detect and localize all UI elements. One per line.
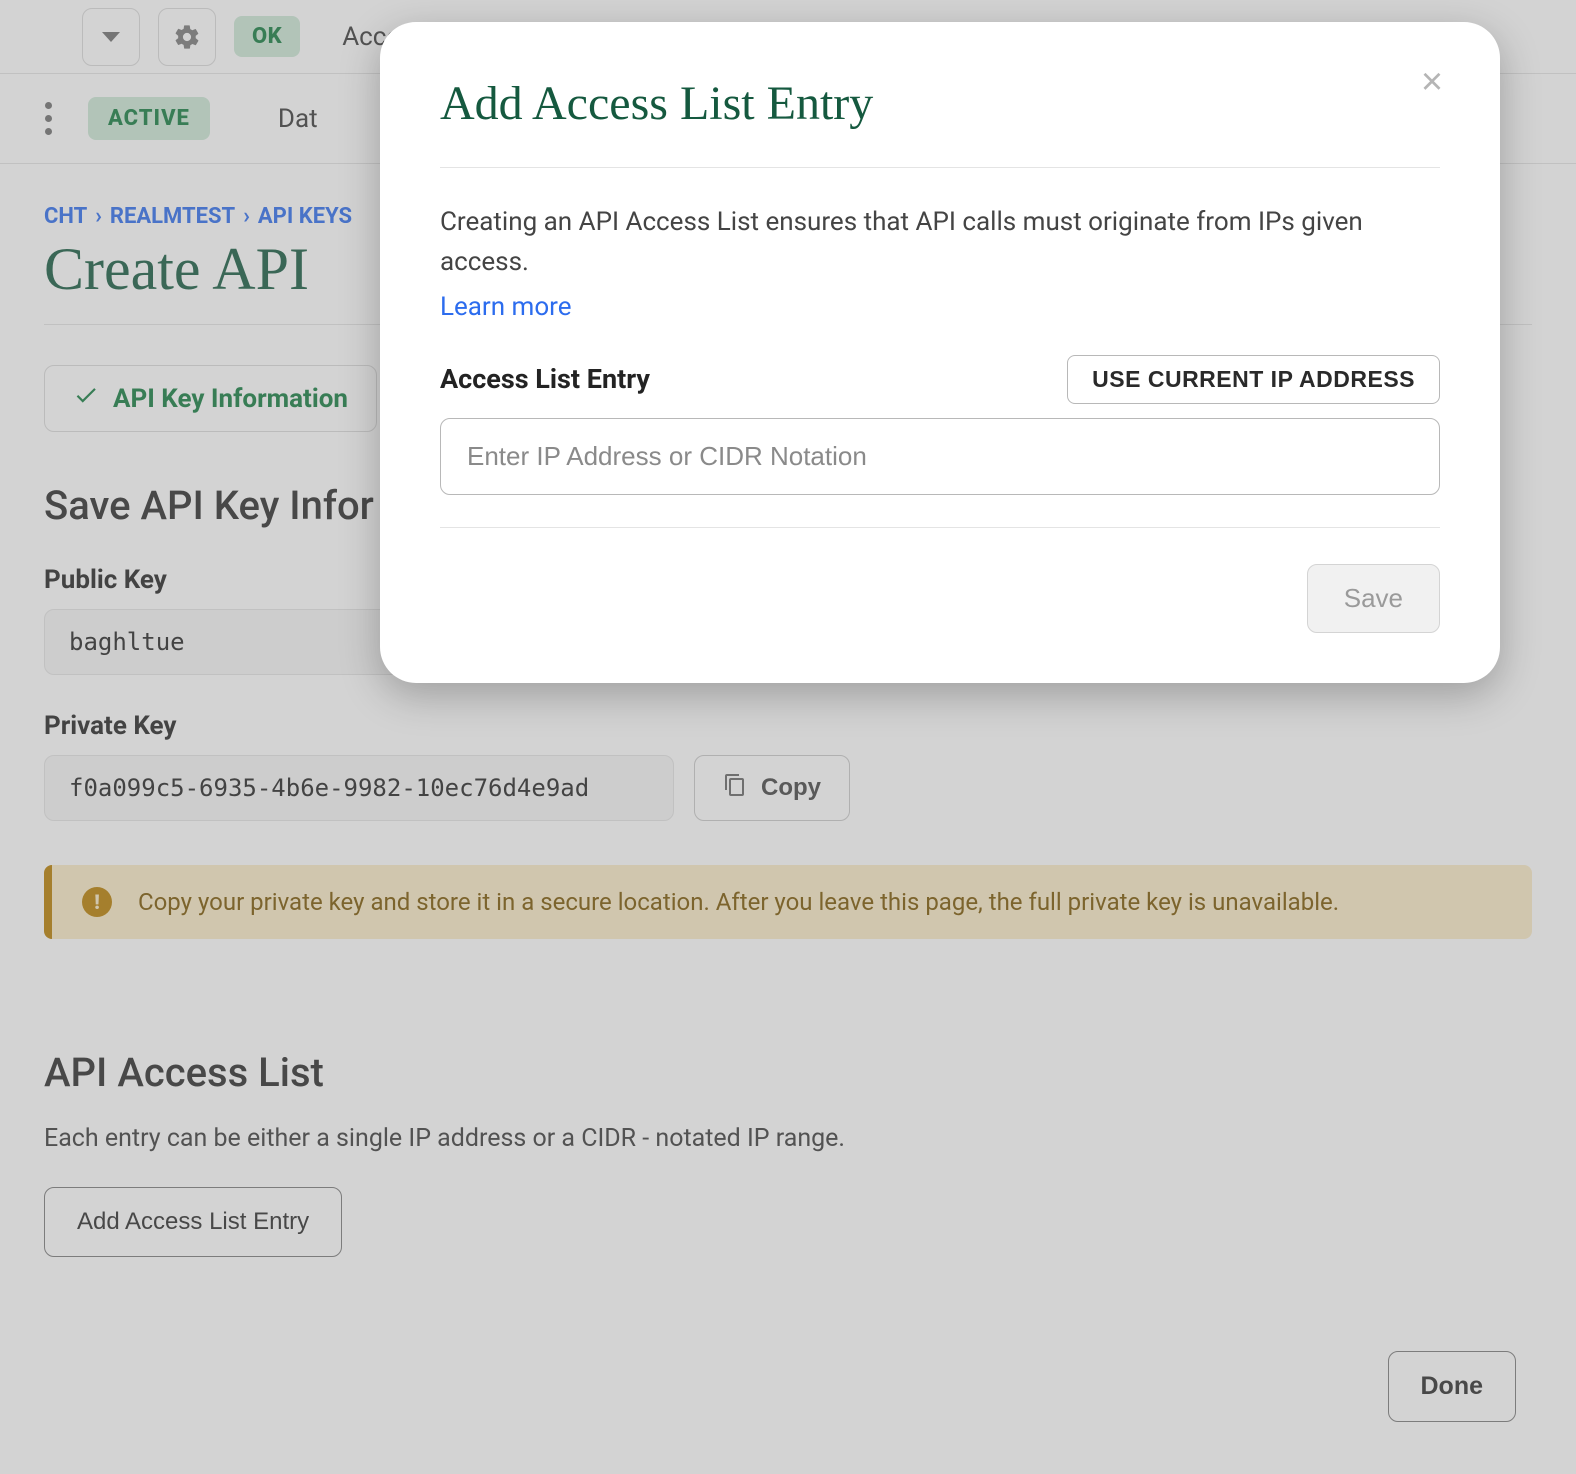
access-list-entry-label: Access List Entry [440, 363, 650, 395]
modal-description-text: Creating an API Access List ensures that… [440, 207, 1363, 277]
add-access-list-modal: × Add Access List Entry Creating an API … [380, 22, 1500, 683]
modal-title: Add Access List Entry [440, 76, 1440, 168]
close-icon: × [1421, 63, 1443, 101]
access-list-entry-input[interactable] [440, 418, 1440, 495]
use-current-ip-button[interactable]: USE CURRENT IP ADDRESS [1067, 355, 1440, 404]
modal-save-button[interactable]: Save [1307, 564, 1440, 633]
modal-description: Creating an API Access List ensures that… [440, 202, 1400, 327]
learn-more-link[interactable]: Learn more [440, 287, 572, 327]
modal-close-button[interactable]: × [1412, 62, 1452, 102]
